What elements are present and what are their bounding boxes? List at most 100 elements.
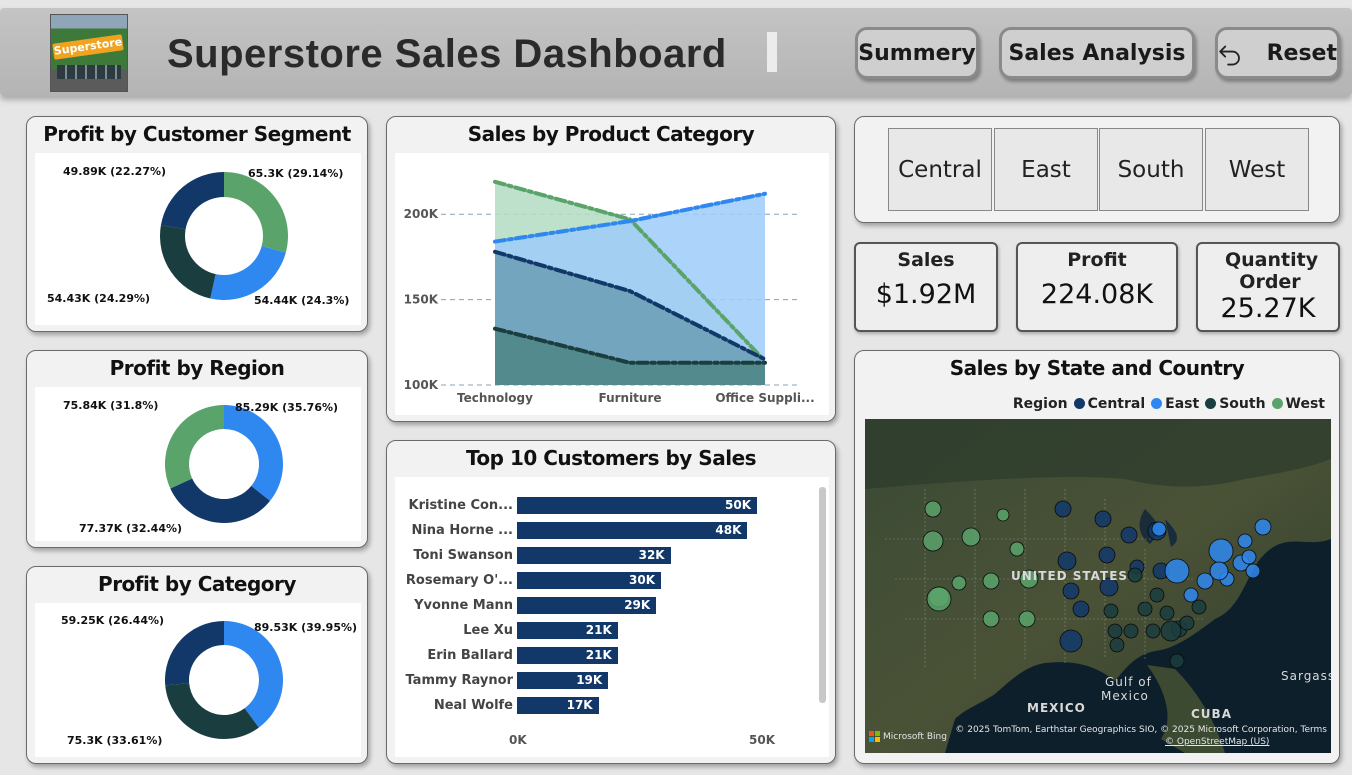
customer-bar[interactable] xyxy=(517,522,748,539)
x-tick-label: Office Suppli... xyxy=(715,391,814,405)
donut-slice[interactable] xyxy=(224,621,283,728)
sales-map[interactable]: UNITED STATES MEXICO Gulf of Mexico CUBA… xyxy=(865,419,1331,753)
map-bubble[interactable] xyxy=(1059,629,1083,653)
bar-category-label: Nina Horne ... xyxy=(411,523,513,538)
reset-button[interactable]: Reset xyxy=(1215,27,1340,79)
map-bubble[interactable] xyxy=(1123,623,1139,639)
donut-slice[interactable] xyxy=(210,246,286,300)
slicer-east[interactable]: East xyxy=(994,128,1098,211)
map-bubble[interactable] xyxy=(924,500,942,518)
microsoft-logo-icon xyxy=(869,731,880,742)
donut-slice[interactable] xyxy=(165,621,224,686)
map-bubble[interactable] xyxy=(1072,600,1090,618)
map-bubble[interactable] xyxy=(1107,623,1123,639)
slicer-west[interactable]: West xyxy=(1205,128,1309,211)
map-bubble[interactable] xyxy=(1245,563,1261,579)
map-bubble[interactable] xyxy=(1149,587,1165,603)
map-bubble[interactable] xyxy=(926,586,952,612)
legend-title: Region xyxy=(1012,396,1068,412)
map-bubble[interactable] xyxy=(996,508,1010,522)
slicer-south[interactable]: South xyxy=(1099,128,1203,211)
kpi-quantity-label: Quantity Order xyxy=(1225,249,1319,293)
donut-slice[interactable] xyxy=(224,405,283,501)
map-card-title: Sales by State and Country xyxy=(949,356,1245,380)
customer-bar[interactable] xyxy=(517,497,757,514)
map-bubble[interactable] xyxy=(1127,567,1143,583)
map-bubble[interactable] xyxy=(1191,599,1207,615)
map-bubble[interactable] xyxy=(1209,561,1229,581)
chart-scrollbar[interactable] xyxy=(819,487,826,703)
segment-label-consumer: 65.3K (29.14%) xyxy=(248,167,344,180)
map-bubble[interactable] xyxy=(1160,620,1182,642)
sales-analysis-button[interactable]: Sales Analysis xyxy=(999,27,1195,79)
map-bubble[interactable] xyxy=(1254,518,1272,536)
map-bubble[interactable] xyxy=(982,572,1000,590)
donut-slice[interactable] xyxy=(224,172,288,253)
map-bubble[interactable] xyxy=(1151,521,1167,537)
bar-category-label: Kristine Con... xyxy=(408,498,514,513)
map-legend: Region Central East South West xyxy=(1013,396,1325,412)
donut-slice[interactable] xyxy=(160,172,224,230)
logo-sign: Superstore xyxy=(52,34,124,60)
slicer-central[interactable]: Central xyxy=(888,128,992,211)
segment-label-home-office: 49.89K (22.27%) xyxy=(63,165,167,178)
bar-value-label: 21K xyxy=(585,623,612,637)
bar-category-label: Rosemary O'... xyxy=(405,573,513,588)
map-bubble[interactable] xyxy=(1057,551,1077,571)
map-bubble[interactable] xyxy=(1237,533,1253,549)
legend-west[interactable]: West xyxy=(1271,396,1325,412)
category-label-technology: 89.53K (39.95%) xyxy=(254,621,358,634)
map-bubble[interactable] xyxy=(951,575,967,591)
map-bubble[interactable] xyxy=(961,527,981,547)
reset-button-label: Reset xyxy=(1266,40,1337,66)
map-card: Sales by State and Country Region Centra… xyxy=(854,350,1340,764)
map-bubble[interactable] xyxy=(1103,603,1119,619)
map-bubble[interactable] xyxy=(922,530,944,552)
map-bubble[interactable] xyxy=(1164,558,1190,584)
map-bubble[interactable] xyxy=(1062,582,1080,600)
x-tick-label: 50K xyxy=(749,733,775,747)
legend-east[interactable]: East xyxy=(1151,396,1199,412)
map-bubble[interactable] xyxy=(1241,549,1257,565)
map-bubble[interactable] xyxy=(1145,623,1161,639)
map-bubble[interactable] xyxy=(1120,526,1138,544)
map-label-cuba: CUBA xyxy=(1191,707,1232,721)
map-bubble[interactable] xyxy=(1098,546,1116,564)
map-attribution[interactable]: © 2025 TomTom, Earthstar Geographics SIO… xyxy=(925,725,1327,735)
region-slicer: Central East South West xyxy=(854,116,1340,223)
map-bubble[interactable] xyxy=(1009,541,1025,557)
summary-button[interactable]: Summery xyxy=(855,27,979,79)
region-profit-card: Profit by Region 75.84K (31.8%) 85.29K (… xyxy=(26,350,368,548)
category-label-furniture: 59.25K (26.44%) xyxy=(61,614,165,627)
kpi-quantity-value: 25.27K xyxy=(1220,293,1316,324)
map-bubble[interactable] xyxy=(1109,637,1125,653)
map-bubble[interactable] xyxy=(1208,538,1234,564)
map-bubble[interactable] xyxy=(1094,510,1112,528)
map-label-gulf2: Mexico xyxy=(1101,689,1149,703)
top-customers-bar-chart: Kristine Con... 50K Nina Horne ... 48K Toni … xyxy=(395,477,829,757)
map-attribution-osm[interactable]: © OpenStreetMap (US) xyxy=(1165,737,1305,747)
donut-slice[interactable] xyxy=(165,405,224,489)
map-bubble[interactable] xyxy=(1179,615,1195,631)
map-bubble[interactable] xyxy=(1018,610,1036,628)
donut-slice[interactable] xyxy=(159,225,216,299)
page-title: Superstore Sales Dashboard xyxy=(167,32,727,76)
map-bubble[interactable] xyxy=(982,610,1000,628)
legend-central[interactable]: Central xyxy=(1073,396,1145,412)
map-bubble[interactable] xyxy=(1196,572,1214,590)
summary-button-label: Summery xyxy=(858,40,976,66)
donut-slice[interactable] xyxy=(165,683,259,739)
map-bubble[interactable] xyxy=(1183,587,1199,603)
bar-value-label: 32K xyxy=(638,548,665,562)
map-bubble[interactable] xyxy=(1054,500,1072,518)
map-label-gulf1: Gulf of xyxy=(1105,675,1152,689)
sales-category-card: Sales by Product Category 100K 150K 200K Te… xyxy=(386,116,836,422)
bar-category-label: Yvonne Mann xyxy=(414,598,513,613)
header-bar: Superstore Superstore Sales Dashboard Su… xyxy=(0,8,1352,96)
map-bubble[interactable] xyxy=(1137,601,1153,617)
map-bubble[interactable] xyxy=(1169,653,1185,669)
map-bubble[interactable] xyxy=(1159,605,1175,621)
x-tick-label: Furniture xyxy=(598,391,661,405)
legend-south[interactable]: South xyxy=(1205,396,1266,412)
bar-category-label: Tammy Raynor xyxy=(405,673,513,688)
